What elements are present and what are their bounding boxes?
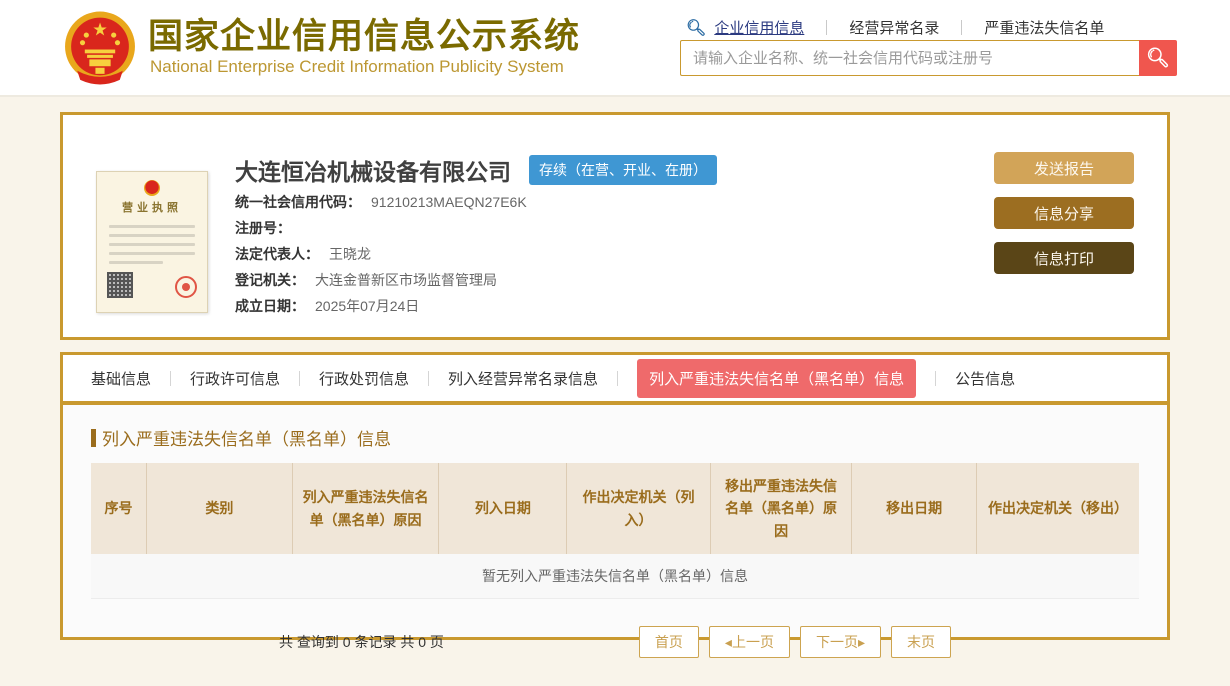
print-info-button[interactable]: 信息打印 xyxy=(994,242,1134,274)
top-nav: 🔍︎ 企业信用信息 经营异常名录 严重违法失信名单 xyxy=(686,17,1104,38)
detail-card: 基础信息 行政许可信息 行政处罚信息 列入经营异常名录信息 列入严重违法失信名单… xyxy=(60,352,1170,658)
company-fields: 统一社会信用代码： 91210213MAEQN27E6K 注册号： 法定代表人：… xyxy=(235,192,527,322)
field-credit-code: 统一社会信用代码： 91210213MAEQN27E6K xyxy=(235,194,527,210)
tab-basic-info[interactable]: 基础信息 xyxy=(91,368,151,389)
license-qr-code xyxy=(107,272,133,298)
search-button[interactable]: 🔍︎ xyxy=(1139,40,1177,76)
license-title: 营业执照 xyxy=(122,202,182,214)
table-header-row: 序号 类别 列入严重违法失信名单（黑名单）原因 列入日期 作出决定机关（列入） … xyxy=(91,463,1139,555)
tab-separator xyxy=(170,370,172,386)
nav-link-enterprise-credit[interactable]: 企业信用信息 xyxy=(714,17,804,38)
nav-link-abnormal-operations[interactable]: 经营异常名录 xyxy=(849,17,939,38)
next-page-button[interactable]: 下一页▸ xyxy=(799,625,881,658)
send-report-button[interactable]: 发送报告 xyxy=(994,152,1134,184)
tab-separator xyxy=(428,370,430,386)
pagination: 共 查询到 0 条记录 共 0 页 首页 ◂上一页 下一页▸ 末页 xyxy=(91,625,1139,658)
search-bar: 🔍︎ xyxy=(680,40,1177,76)
search-icon: 🔍︎ xyxy=(1145,48,1171,69)
col-removal-date: 移出日期 xyxy=(851,463,977,555)
tab-separator xyxy=(935,370,937,386)
license-red-seal xyxy=(175,276,197,298)
first-page-button[interactable]: 首页 xyxy=(638,625,699,658)
company-actions: 发送报告 信息分享 信息打印 xyxy=(994,152,1134,274)
license-emblem-icon xyxy=(144,180,160,196)
tab-announcements[interactable]: 公告信息 xyxy=(955,368,1015,389)
blacklist-table: 序号 类别 列入严重违法失信名单（黑名单）原因 列入日期 作出决定机关（列入） … xyxy=(91,463,1139,599)
section-title-marker xyxy=(91,428,96,447)
last-page-button[interactable]: 末页 xyxy=(890,625,951,658)
field-registration-number: 注册号： xyxy=(235,220,291,236)
share-info-button[interactable]: 信息分享 xyxy=(994,197,1134,229)
tab-serious-violations-blacklist[interactable]: 列入严重违法失信名单（黑名单）信息 xyxy=(637,358,917,398)
col-category: 类别 xyxy=(146,463,293,555)
tab-separator xyxy=(617,370,619,386)
tab-separator xyxy=(299,370,301,386)
col-inclusion-reason: 列入严重违法失信名单（黑名单）原因 xyxy=(292,463,440,555)
status-badge: 存续（在营、开业、在册） xyxy=(529,155,717,185)
section-title: 列入严重违法失信名单（黑名单）信息 xyxy=(91,425,1139,450)
col-serial-number: 序号 xyxy=(91,463,148,555)
search-icon: 🔍︎ xyxy=(686,19,707,37)
nav-link-serious-violations[interactable]: 严重违法失信名单 xyxy=(984,17,1104,38)
table-empty-row: 暂无列入严重违法失信名单（黑名单）信息 xyxy=(91,554,1139,599)
site-header: 国家企业信用信息公示系统 National Enterprise Credit … xyxy=(0,0,1230,97)
site-subtitle: National Enterprise Credit Information P… xyxy=(150,57,564,76)
business-license-thumbnail: 营业执照 xyxy=(96,171,208,313)
field-registration-authority: 登记机关： 大连金普新区市场监督管理局 xyxy=(235,272,497,288)
nav-separator xyxy=(826,20,828,35)
site-title: 国家企业信用信息公示系统 xyxy=(148,17,581,56)
tab-administrative-licensing[interactable]: 行政许可信息 xyxy=(190,368,280,389)
previous-page-button[interactable]: ◂上一页 xyxy=(708,625,790,658)
company-name: 大连恒冶机械设备有限公司 xyxy=(235,159,511,185)
tab-bar: 基础信息 行政许可信息 行政处罚信息 列入经营异常名录信息 列入严重违法失信名单… xyxy=(63,355,1167,405)
field-legal-representative: 法定代表人： 王晓龙 xyxy=(235,246,371,262)
search-input[interactable] xyxy=(680,40,1139,76)
record-count-summary: 共 查询到 0 条记录 共 0 页 xyxy=(279,633,444,650)
field-establishment-date: 成立日期： 2025年07月24日 xyxy=(235,298,420,314)
national-emblem-logo xyxy=(65,11,135,85)
empty-message: 暂无列入严重违法失信名单（黑名单）信息 xyxy=(91,554,1139,599)
tab-administrative-penalty[interactable]: 行政处罚信息 xyxy=(319,368,409,389)
company-info-card: 营业执照 大连恒冶机械设备有限公司 存续（在营、开业、在册） 统一社会信用代码：… xyxy=(60,112,1170,340)
tab-abnormal-operations-list[interactable]: 列入经营异常名录信息 xyxy=(448,368,598,389)
nav-separator xyxy=(961,20,963,35)
col-deciding-authority-inclusion: 作出决定机关（列入） xyxy=(566,463,711,555)
col-deciding-authority-removal: 作出决定机关（移出） xyxy=(976,463,1139,555)
col-inclusion-date: 列入日期 xyxy=(438,463,568,555)
col-removal-reason: 移出严重违法失信名单（黑名单）原因 xyxy=(710,463,853,555)
